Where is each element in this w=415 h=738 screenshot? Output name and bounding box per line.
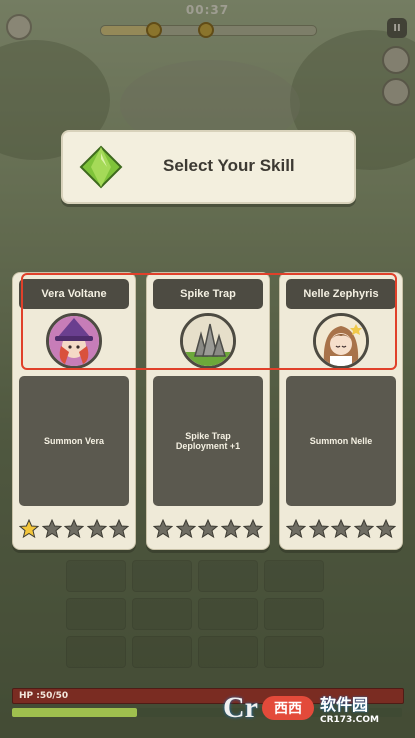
star-icon	[220, 519, 241, 539]
skill-select-header: Select Your Skill	[61, 130, 356, 204]
page-title: Select Your Skill	[163, 156, 295, 175]
star-icon	[331, 519, 351, 539]
star-icon	[64, 519, 84, 539]
skill-description: Summon Vera	[19, 376, 129, 506]
star-icon	[41, 519, 62, 539]
xp-bar-fill	[12, 708, 137, 717]
watermark-badge: 西西	[261, 696, 314, 720]
star-icon	[198, 519, 218, 539]
star-icon	[376, 519, 396, 539]
skill-description: Summon Nelle	[286, 376, 396, 506]
watermark: Cr 西西 软件园 CR173.COM	[223, 688, 401, 728]
star-icon	[109, 519, 129, 539]
star-icon	[19, 519, 39, 539]
green-gem-icon	[79, 145, 123, 189]
watermark-logo: Cr	[223, 691, 258, 724]
star-icon	[286, 519, 306, 539]
star-icon	[153, 519, 173, 539]
star-icon	[175, 519, 196, 539]
watermark-text: 软件园 CR173.COM	[320, 691, 379, 725]
star-icon	[86, 519, 107, 539]
watermark-site-name: 软件园	[319, 695, 368, 714]
star-icon	[308, 519, 329, 539]
selection-highlight	[21, 273, 397, 370]
star-icon	[353, 519, 374, 539]
hp-label: HP :50/50	[19, 691, 69, 701]
star-rating	[19, 519, 129, 539]
star-rating	[286, 519, 396, 539]
star-rating	[153, 519, 263, 539]
watermark-url: CR173.COM	[319, 715, 379, 725]
skill-description: Spike Trap Deployment +1	[153, 376, 263, 506]
star-icon	[243, 519, 263, 539]
